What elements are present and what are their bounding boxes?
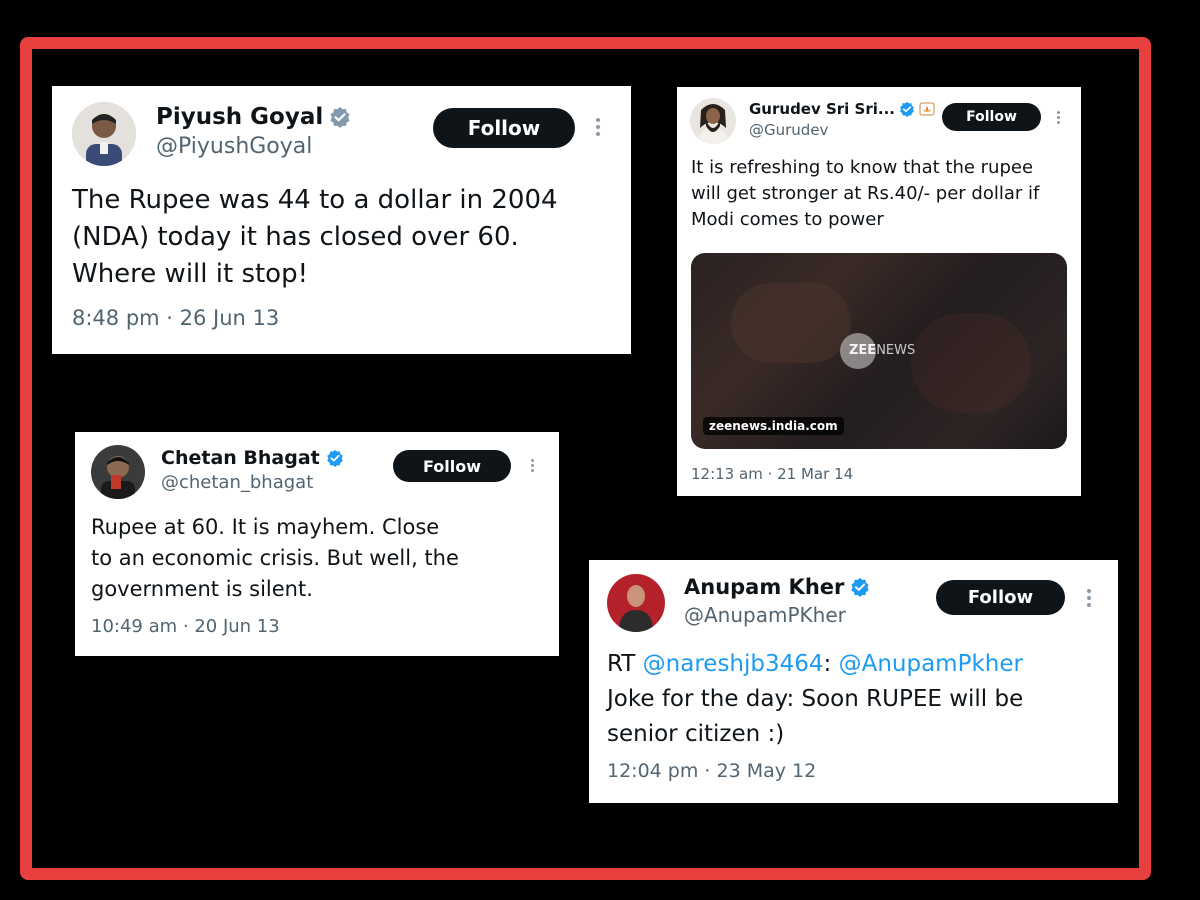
- verified-badge-icon: [900, 101, 914, 117]
- tweet-timestamp[interactable]: 10:49 am · 20 Jun 13: [91, 616, 280, 637]
- follow-button[interactable]: Follow: [942, 103, 1041, 131]
- avatar[interactable]: [690, 98, 736, 144]
- tweet-text-line: It is refreshing to know that the rupee: [691, 157, 1034, 178]
- author-handle[interactable]: @AnupamPKher: [684, 603, 846, 627]
- media-card[interactable]: ZEE NEWS zeenews.india.com: [691, 253, 1067, 449]
- tweet-text-line: to an economic crisis. But well, the: [91, 546, 459, 570]
- tweet-text: Rupee at 60. It is mayhem. Close to an e…: [91, 512, 459, 605]
- tweet-timestamp[interactable]: 12:13 am · 21 Mar 14: [691, 465, 853, 483]
- author-handle[interactable]: @Gurudev: [749, 121, 828, 139]
- mention-link[interactable]: @AnupamPkher: [839, 651, 1023, 677]
- author-handle[interactable]: @chetan_bhagat: [161, 472, 313, 493]
- tweet-text-line: will get stronger at Rs.40/- per dollar …: [691, 183, 1040, 204]
- rt-prefix: RT: [607, 651, 643, 677]
- author-name[interactable]: Chetan Bhagat: [161, 447, 320, 469]
- tweet-card-piyush: Piyush Goyal @PiyushGoyal Follow The Rup…: [52, 86, 631, 354]
- verified-badge-icon: [330, 107, 350, 128]
- follow-button[interactable]: Follow: [393, 450, 511, 482]
- tweet-text: The Rupee was 44 to a dollar in 2004 (ND…: [72, 182, 558, 293]
- tweet-text-line: Where will it stop!: [72, 259, 309, 289]
- author-name[interactable]: Anupam Kher: [684, 575, 844, 599]
- colon: :: [823, 651, 839, 677]
- tweet-text-line: Modi comes to power: [691, 209, 884, 230]
- more-options-icon[interactable]: [1057, 111, 1060, 124]
- tweet-text-line: government is silent.: [91, 577, 313, 601]
- media-source-label[interactable]: zeenews.india.com: [703, 417, 844, 435]
- tweet-text-line: The Rupee was 44 to a dollar in 2004: [72, 185, 558, 215]
- tweet-text: It is refreshing to know that the rupee …: [691, 155, 1039, 233]
- more-options-icon[interactable]: [596, 118, 600, 136]
- tweet-text-line: (NDA) today it has closed over 60.: [72, 222, 519, 252]
- lotus-emoji-icon: [919, 102, 935, 116]
- follow-button[interactable]: Follow: [936, 580, 1065, 615]
- more-options-icon[interactable]: [1087, 589, 1091, 607]
- avatar[interactable]: [607, 574, 665, 632]
- tweet-card-gurudev: Gurudev Sri Sri... @Gurudev Follow It is…: [677, 87, 1081, 496]
- logo-news-text: NEWS: [876, 342, 916, 358]
- follow-button[interactable]: Follow: [433, 108, 575, 148]
- tweet-card-anupam: Anupam Kher @AnupamPKher Follow RT @nare…: [589, 560, 1118, 803]
- author-name[interactable]: Gurudev Sri Sri...: [749, 100, 895, 118]
- logo-zee-text: ZEE: [849, 342, 877, 358]
- media-blur-patch: [911, 313, 1031, 413]
- media-blur-patch: [731, 283, 851, 363]
- tweet-text-line: Joke for the day: Soon RUPEE will be: [607, 686, 1024, 712]
- tweet-timestamp[interactable]: 12:04 pm · 23 May 12: [607, 760, 816, 782]
- tweet-text-line: senior citizen :): [607, 721, 785, 747]
- avatar[interactable]: [72, 102, 136, 166]
- tweet-card-chetan: Chetan Bhagat @chetan_bhagat Follow Rupe…: [75, 432, 559, 656]
- tweet-timestamp[interactable]: 8:48 pm · 26 Jun 13: [72, 306, 279, 330]
- mention-link[interactable]: @nareshjb3464: [643, 651, 824, 677]
- verified-badge-icon: [326, 449, 343, 467]
- tweet-text-line: Rupee at 60. It is mayhem. Close: [91, 515, 440, 539]
- avatar[interactable]: [91, 445, 145, 499]
- zee-news-logo: ZEE NEWS: [840, 333, 921, 369]
- author-name[interactable]: Piyush Goyal: [156, 104, 323, 130]
- more-options-icon[interactable]: [531, 459, 534, 472]
- tweet-text-line: RT @nareshjb3464: @AnupamPkher: [607, 647, 1023, 682]
- tweet-text: RT @nareshjb3464: @AnupamPkher Joke for …: [607, 647, 1023, 752]
- verified-badge-icon: [851, 577, 870, 597]
- author-handle[interactable]: @PiyushGoyal: [156, 134, 312, 159]
